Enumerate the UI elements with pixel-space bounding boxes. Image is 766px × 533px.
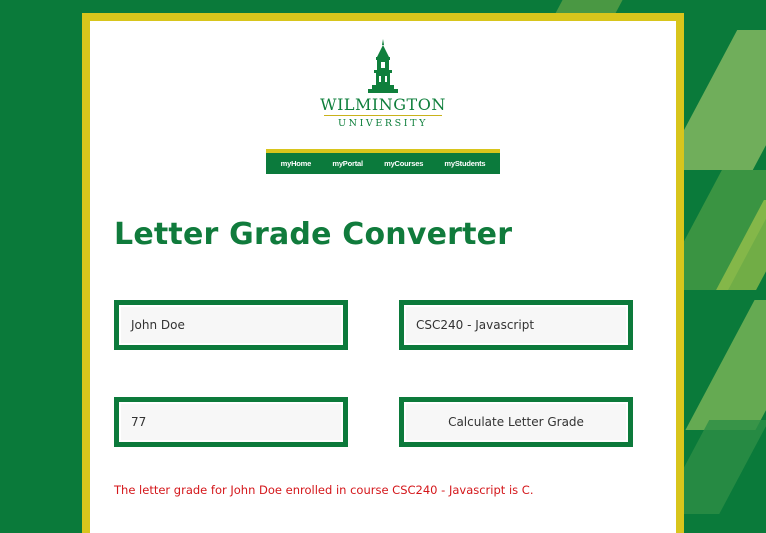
course-select[interactable]: CSC240 - Javascript (399, 300, 633, 350)
content-card-frame: WILMINGTON UNIVERSITY myHome myPortal my… (82, 13, 684, 533)
tower-icon (368, 39, 398, 93)
top-nav: myHome myPortal myCourses myStudents (266, 149, 500, 174)
nav-link-myportal[interactable]: myPortal (332, 159, 363, 168)
score-field[interactable]: 77 (114, 397, 348, 447)
student-name-value[interactable]: John Doe (121, 307, 341, 343)
calculate-button[interactable]: Calculate Letter Grade (399, 397, 633, 447)
result-message: The letter grade for John Doe enrolled i… (114, 483, 534, 497)
calculate-button-label[interactable]: Calculate Letter Grade (406, 404, 626, 440)
logo-wordmark: WILMINGTON (320, 95, 446, 114)
university-logo: WILMINGTON UNIVERSITY (90, 39, 676, 129)
logo-subtitle: UNIVERSITY (338, 118, 428, 129)
nav-link-mystudents[interactable]: myStudents (444, 159, 485, 168)
course-value[interactable]: CSC240 - Javascript (406, 307, 626, 343)
score-value[interactable]: 77 (121, 404, 341, 440)
content-card: WILMINGTON UNIVERSITY myHome myPortal my… (90, 21, 676, 533)
nav-link-mycourses[interactable]: myCourses (384, 159, 423, 168)
logo-divider (324, 115, 442, 116)
nav-link-myhome[interactable]: myHome (281, 159, 312, 168)
page-title: Letter Grade Converter (114, 217, 513, 252)
student-name-field[interactable]: John Doe (114, 300, 348, 350)
